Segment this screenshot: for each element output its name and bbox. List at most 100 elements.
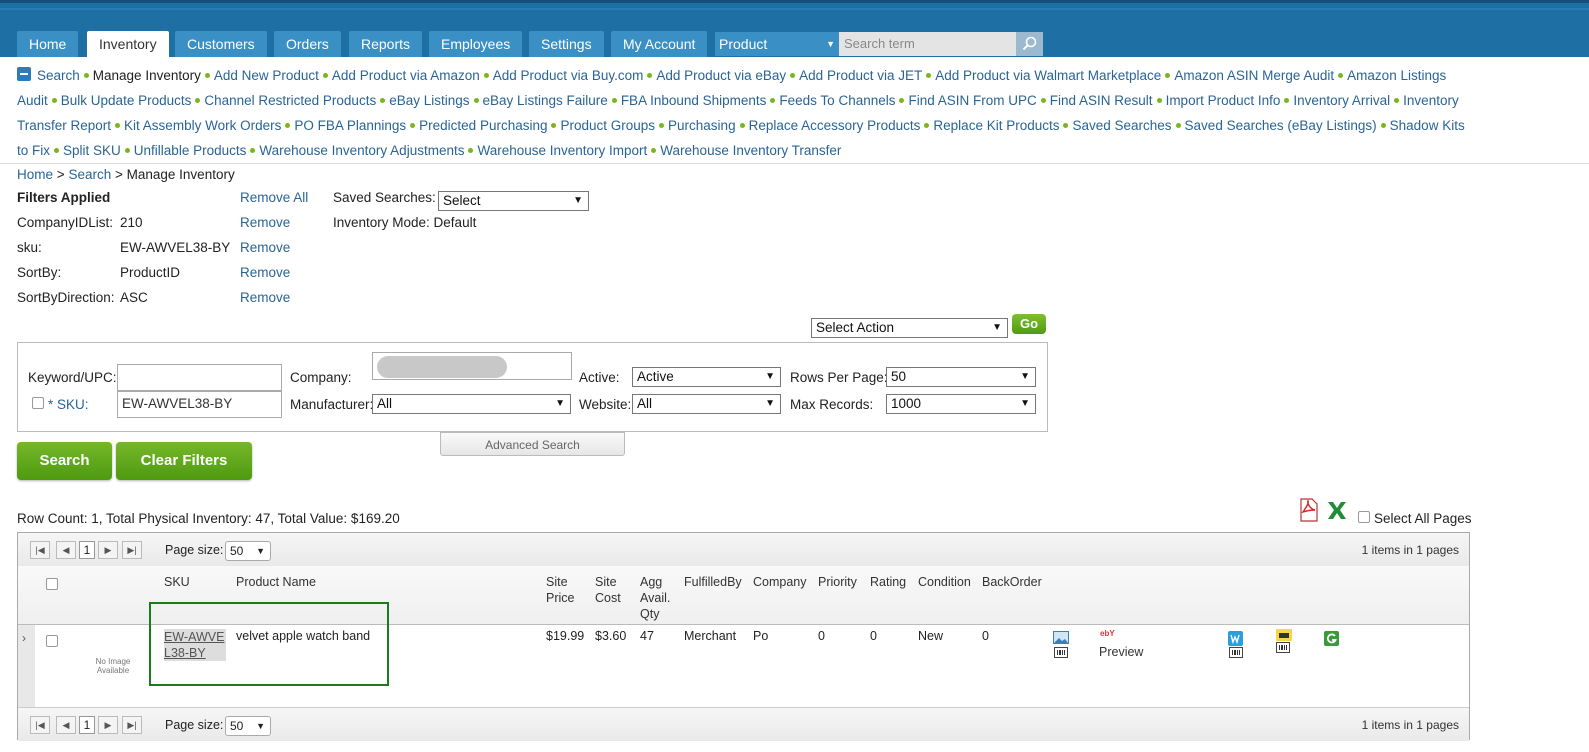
page-size-select[interactable]: 50 ▼ (225, 716, 271, 736)
submenu-item-ebay-listings[interactable]: eBay Listings (389, 93, 469, 108)
prev-page-icon[interactable]: ◀ (56, 541, 76, 559)
sku-checkbox[interactable] (32, 397, 44, 409)
submenu-item-search[interactable]: Search (37, 68, 80, 83)
submenu-item-inventory-arrival[interactable]: Inventory Arrival (1293, 93, 1390, 108)
saved-searches-select[interactable]: Select ▼ (438, 191, 589, 211)
barcode-icon[interactable] (1054, 647, 1068, 658)
last-page-icon[interactable]: ▶| (122, 716, 142, 734)
col-site-cost[interactable]: Site Cost (595, 574, 635, 606)
select-action[interactable]: Select Action ▼ (811, 318, 1008, 338)
remove-all-link[interactable]: Remove All (240, 190, 308, 205)
last-page-icon[interactable]: ▶| (122, 541, 142, 559)
submenu-item-import-product-info[interactable]: Import Product Info (1166, 93, 1281, 108)
row-expander[interactable]: › (18, 625, 35, 709)
col-condition[interactable]: Condition (918, 574, 971, 590)
collapse-icon[interactable] (17, 67, 31, 82)
submenu-item-find-asin-from-upc[interactable]: Find ASIN From UPC (908, 93, 1036, 108)
first-page-icon[interactable]: |◀ (30, 716, 50, 734)
search-button[interactable] (1016, 32, 1043, 56)
submenu-item-add-product-via-walmart-marketplace[interactable]: Add Product via Walmart Marketplace (935, 68, 1161, 83)
col-priority[interactable]: Priority (818, 574, 857, 590)
submenu-item-find-asin-result[interactable]: Find ASIN Result (1050, 93, 1153, 108)
tab-settings[interactable]: Settings (529, 31, 604, 57)
page-number[interactable]: 1 (79, 716, 95, 734)
submenu-item-bulk-update-products[interactable]: Bulk Update Products (61, 93, 192, 108)
col-company[interactable]: Company (753, 574, 807, 590)
submenu-item-purchasing[interactable]: Purchasing (668, 118, 736, 133)
active-select[interactable]: Active ▼ (632, 367, 781, 387)
go-button[interactable]: Go (1012, 314, 1046, 334)
pdf-export-icon[interactable] (1298, 498, 1320, 522)
barcode-icon[interactable] (1276, 642, 1290, 653)
rows-per-page-select[interactable]: 50 ▼ (886, 367, 1036, 387)
submenu-item-warehouse-inventory-transfer[interactable]: Warehouse Inventory Transfer (660, 143, 841, 158)
tab-employees[interactable]: Employees (429, 31, 523, 57)
col-backorder[interactable]: BackOrder (982, 574, 1042, 590)
google-shopping-icon[interactable] (1324, 631, 1339, 646)
col-rating[interactable]: Rating (870, 574, 906, 590)
submenu-item-split-sku[interactable]: Split SKU (63, 143, 121, 158)
page-size-select[interactable]: 50 ▼ (225, 541, 271, 561)
submenu-item-amazon-asin-merge-audit[interactable]: Amazon ASIN Merge Audit (1174, 68, 1334, 83)
tab-inventory[interactable]: Inventory (87, 31, 169, 57)
prev-page-icon[interactable]: ◀ (56, 716, 76, 734)
tab-home[interactable]: Home (17, 31, 79, 57)
breadcrumb-search[interactable]: Search (68, 167, 111, 182)
next-page-icon[interactable]: ▶ (98, 716, 118, 734)
filter-remove-link[interactable]: Remove (240, 265, 290, 280)
select-all-pages-checkbox[interactable] (1358, 511, 1370, 523)
preview-link[interactable]: Preview (1099, 645, 1143, 659)
submenu-item-warehouse-inventory-import[interactable]: Warehouse Inventory Import (477, 143, 647, 158)
max-records-select[interactable]: 1000 ▼ (886, 394, 1036, 414)
image-icon[interactable] (1053, 631, 1069, 644)
filter-remove-link[interactable]: Remove (240, 215, 290, 230)
col-fulfilled-by[interactable]: FulfilledBy (684, 574, 742, 590)
col-agg-qty[interactable]: Agg Avail. Qty (640, 574, 680, 622)
keyword-input[interactable] (117, 364, 282, 391)
submenu-item-add-product-via-buy-com[interactable]: Add Product via Buy.com (493, 68, 644, 83)
tab-orders[interactable]: Orders (274, 31, 341, 57)
submenu-item-add-product-via-amazon[interactable]: Add Product via Amazon (332, 68, 480, 83)
submenu-item-channel-restricted-products[interactable]: Channel Restricted Products (204, 93, 376, 108)
website-select[interactable]: All ▼ (632, 394, 781, 414)
submenu-item-manage-inventory[interactable]: Manage Inventory (93, 68, 201, 83)
sku-label[interactable]: * SKU: (48, 397, 89, 412)
manufacturer-select[interactable]: All ▼ (372, 394, 571, 414)
walmart-icon[interactable] (1228, 631, 1243, 646)
submenu-item-feeds-to-channels[interactable]: Feeds To Channels (779, 93, 895, 108)
search-type-select[interactable]: Product ▼ (715, 32, 839, 56)
submenu-item-add-new-product[interactable]: Add New Product (214, 68, 319, 83)
breadcrumb-home[interactable]: Home (17, 167, 53, 182)
submenu-item-predicted-purchasing[interactable]: Predicted Purchasing (419, 118, 547, 133)
filter-remove-link[interactable]: Remove (240, 240, 290, 255)
col-sku[interactable]: SKU (164, 574, 190, 590)
tab-reports[interactable]: Reports (349, 31, 423, 57)
submenu-item-saved-searches[interactable]: Saved Searches (1072, 118, 1171, 133)
search-submit-button[interactable]: Search (17, 442, 112, 480)
submenu-item-replace-accessory-products[interactable]: Replace Accessory Products (749, 118, 921, 133)
submenu-item-add-product-via-jet[interactable]: Add Product via JET (799, 68, 922, 83)
submenu-item-saved-searches-ebay-listings[interactable]: Saved Searches (eBay Listings) (1185, 118, 1377, 133)
clear-filters-button[interactable]: Clear Filters (116, 442, 252, 480)
submenu-item-ebay-listings-failure[interactable]: eBay Listings Failure (483, 93, 608, 108)
sku-input[interactable]: EW-AWVEL38-BY (117, 391, 282, 418)
select-all-checkbox[interactable] (46, 578, 58, 590)
first-page-icon[interactable]: |◀ (30, 541, 50, 559)
submenu-item-add-product-via-ebay[interactable]: Add Product via eBay (656, 68, 786, 83)
excel-export-icon[interactable] (1326, 500, 1348, 520)
advanced-search-button[interactable]: Advanced Search (440, 432, 625, 456)
submenu-item-replace-kit-products[interactable]: Replace Kit Products (933, 118, 1059, 133)
barcode-icon[interactable] (1229, 647, 1243, 658)
next-page-icon[interactable]: ▶ (98, 541, 118, 559)
company-input[interactable] (372, 352, 572, 380)
filter-remove-link[interactable]: Remove (240, 290, 290, 305)
row-checkbox[interactable] (46, 635, 58, 647)
tab-my-account[interactable]: My Account (611, 31, 708, 57)
submenu-item-product-groups[interactable]: Product Groups (560, 118, 655, 133)
tab-customers[interactable]: Customers (175, 31, 267, 57)
ebay-icon[interactable]: ebY (1100, 629, 1115, 638)
marketplace-icon[interactable] (1276, 629, 1292, 641)
submenu-item-unfillable-products[interactable]: Unfillable Products (134, 143, 247, 158)
col-product-name[interactable]: Product Name (236, 574, 316, 590)
submenu-item-fba-inbound-shipments[interactable]: FBA Inbound Shipments (621, 93, 767, 108)
